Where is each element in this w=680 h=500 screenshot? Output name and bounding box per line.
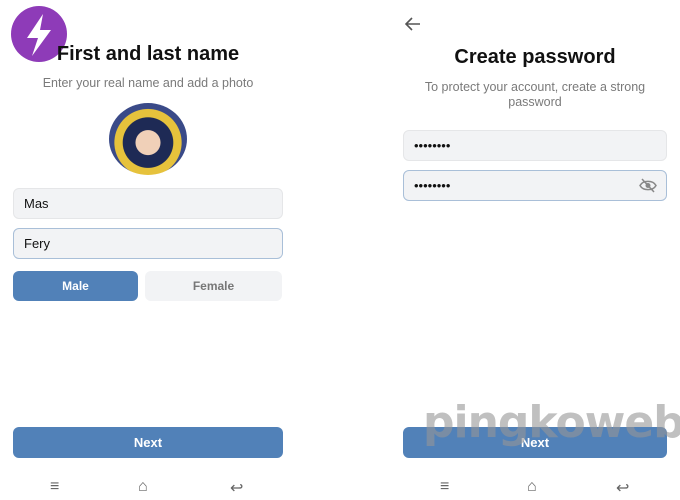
male-button[interactable]: Male [13, 271, 138, 301]
back-nav-icon[interactable]: ↩ [230, 478, 243, 498]
last-name-input[interactable]: Fery [13, 228, 283, 259]
page-title: Create password [454, 46, 616, 68]
password-input[interactable]: •••••••• [403, 130, 667, 161]
watermark: pingkoweb [423, 397, 680, 448]
menu-icon[interactable]: ≡ [50, 478, 59, 496]
first-name-input[interactable]: Mas [13, 188, 283, 219]
page-subtitle: Enter your real name and add a photo [42, 76, 254, 90]
eye-off-icon[interactable] [639, 178, 657, 193]
arrow-left-icon[interactable] [405, 17, 421, 31]
page-title: First and last name [56, 43, 240, 65]
confirm-password-input[interactable]: •••••••• [403, 170, 667, 201]
menu-icon[interactable]: ≡ [440, 478, 449, 496]
page-subtitle: To protect your account, create a strong… [424, 80, 646, 109]
avatar[interactable] [109, 103, 187, 175]
next-button[interactable]: Next [13, 427, 283, 458]
back-nav-icon[interactable]: ↩ [616, 478, 629, 498]
home-icon[interactable]: ⌂ [138, 478, 148, 496]
name-screen: First and last name Enter your real name… [13, 0, 283, 500]
home-icon[interactable]: ⌂ [527, 478, 537, 496]
female-button[interactable]: Female [145, 271, 282, 301]
